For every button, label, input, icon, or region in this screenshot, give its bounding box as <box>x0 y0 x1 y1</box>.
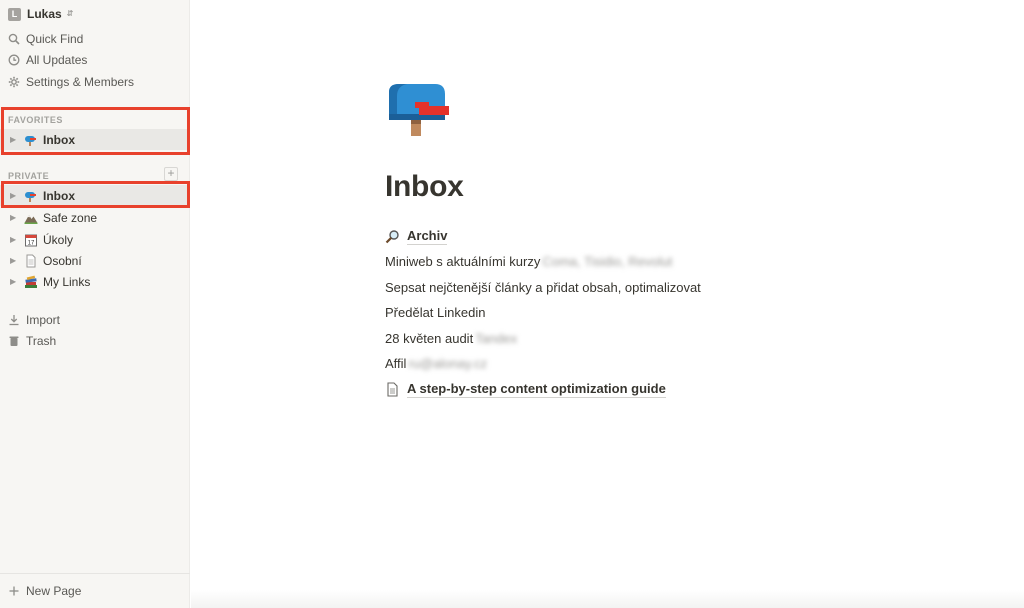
favorites-item-label: Inbox <box>43 132 75 147</box>
sidebar: L Lukas ⇵ Quick Find All Updates Setting… <box>0 0 190 608</box>
add-page-button[interactable]: + <box>164 167 178 181</box>
mountain-icon <box>24 211 38 225</box>
blurred-text: Coma, Tisidio, Revolut <box>542 253 673 269</box>
text-block-content: Miniweb s aktuálními kurzy <box>385 253 541 269</box>
archiv-link[interactable]: Archiv <box>385 227 448 245</box>
text-block-content: Sepsat nejčtenější články a přidat obsah… <box>385 279 701 295</box>
sidebar-item-label: Osobní <box>43 253 82 268</box>
books-icon <box>24 275 38 289</box>
toggle-arrow-icon[interactable]: ▶ <box>10 135 22 144</box>
guide-link-label[interactable]: A step-by-step content optimization guid… <box>407 381 666 398</box>
archiv-link-label[interactable]: Archiv <box>407 228 448 245</box>
blurred-text: ru@alonay.cz <box>408 355 488 371</box>
text-block-content: Affil <box>385 355 407 371</box>
gear-icon <box>8 76 20 88</box>
all-updates-label: All Updates <box>26 53 88 67</box>
download-icon <box>8 314 20 326</box>
guide-page-link[interactable]: A step-by-step content optimization guid… <box>385 380 666 398</box>
new-page-label: New Page <box>26 584 82 598</box>
toggle-arrow-icon[interactable]: ▶ <box>10 191 22 200</box>
sidebar-item-osobni[interactable]: ▶ Osobní <box>0 250 190 271</box>
plus-icon <box>8 585 20 597</box>
import-label: Import <box>26 313 61 327</box>
workspace-switcher[interactable]: L Lukas ⇵ <box>8 6 73 22</box>
quick-find-label: Quick Find <box>26 32 84 46</box>
sidebar-item-safe-zone[interactable]: ▶ Safe zone <box>0 207 190 228</box>
mailbox-icon[interactable] <box>385 80 451 140</box>
chevron-updown-icon: ⇵ <box>66 9 74 18</box>
quick-find-button[interactable]: Quick Find <box>0 29 190 49</box>
mailbox-icon <box>24 133 38 147</box>
search-icon <box>8 33 20 45</box>
page-content: Inbox Archiv Miniweb s aktuálními kurzy … <box>191 0 1024 608</box>
trash-icon <box>8 335 20 347</box>
private-section-label: PRIVATE <box>8 171 50 181</box>
sidebar-bottom-divider <box>0 573 190 574</box>
text-block[interactable]: Sepsat nejčtenější články a přidat obsah… <box>385 278 701 296</box>
sidebar-item-my-links[interactable]: ▶ My Links <box>0 271 190 292</box>
text-block-content: Předělat Linkedin <box>385 304 486 320</box>
document-icon <box>385 381 400 397</box>
favorites-section-label: FAVORITES <box>8 115 63 125</box>
sidebar-item-label: Úkoly <box>43 232 74 247</box>
scroll-shadow <box>191 590 1024 608</box>
sidebar-item-label: Safe zone <box>43 210 98 225</box>
settings-members-label: Settings & Members <box>26 75 135 89</box>
settings-members-button[interactable]: Settings & Members <box>0 72 190 92</box>
mailbox-icon <box>24 189 38 203</box>
trash-label: Trash <box>26 334 57 348</box>
sidebar-item-inbox[interactable]: ▶ Inbox <box>0 185 190 206</box>
text-block-content: 28 květen audit <box>385 330 474 346</box>
sidebar-item-label: My Links <box>43 274 91 289</box>
toggle-arrow-icon[interactable]: ▶ <box>10 277 22 286</box>
text-block[interactable]: Affil ru@alonay.cz <box>385 354 487 372</box>
sidebar-item-label: Inbox <box>43 188 75 203</box>
document-icon <box>24 254 38 268</box>
text-block[interactable]: 28 květen audit Tandex <box>385 329 517 347</box>
workspace-avatar: L <box>8 7 21 21</box>
clock-icon <box>8 54 20 66</box>
text-block[interactable]: Miniweb s aktuálními kurzy Coma, Tisidio… <box>385 252 672 270</box>
text-block[interactable]: Předělat Linkedin <box>385 303 485 321</box>
page-title[interactable]: Inbox <box>385 170 464 204</box>
toggle-arrow-icon[interactable]: ▶ <box>10 256 22 265</box>
new-page-button[interactable]: New Page <box>0 580 190 602</box>
calendar-icon: 17 <box>24 233 38 247</box>
magnifier-icon <box>385 229 400 244</box>
svg-text:17: 17 <box>28 240 35 246</box>
all-updates-button[interactable]: All Updates <box>0 50 190 70</box>
favorites-item-inbox[interactable]: ▶ Inbox <box>0 129 190 150</box>
workspace-name: Lukas <box>27 7 62 21</box>
sidebar-item-ukoly[interactable]: ▶ 17 Úkoly <box>0 229 190 250</box>
trash-button[interactable]: Trash <box>0 330 190 352</box>
import-button[interactable]: Import <box>0 309 190 331</box>
blurred-text: Tandex <box>475 330 518 346</box>
toggle-arrow-icon[interactable]: ▶ <box>10 213 22 222</box>
toggle-arrow-icon[interactable]: ▶ <box>10 235 22 244</box>
